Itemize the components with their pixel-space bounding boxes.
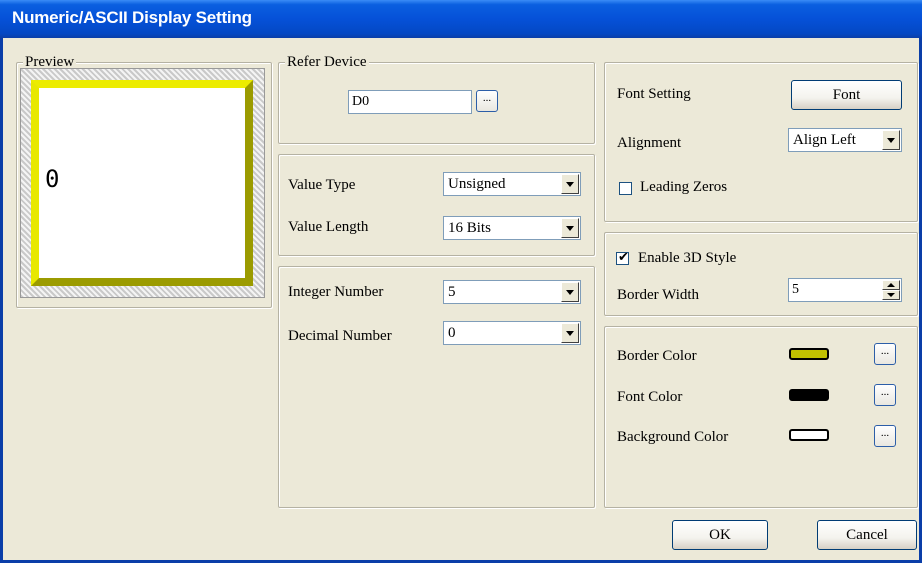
value-length-label: Value Length [288, 219, 369, 235]
spin-down-icon[interactable] [882, 290, 900, 300]
cancel-button-label: Cancel [846, 527, 888, 543]
font-button-label: Font [832, 87, 861, 103]
window-title: Numeric/ASCII Display Setting [12, 8, 252, 27]
integer-number-select[interactable]: 5 [443, 280, 581, 304]
refer-device-value: D0 [352, 94, 370, 109]
background-color-label: Background Color [617, 429, 729, 445]
border-width-value: 5 [792, 282, 799, 297]
leading-zeros-checkbox[interactable] [619, 182, 632, 195]
refer-device-browse-button[interactable]: ... [476, 90, 498, 112]
value-type-selected: Unsigned [448, 176, 506, 192]
ellipsis-icon: ... [880, 427, 890, 439]
preview-value: 0 [45, 165, 60, 193]
spinner-buttons [882, 280, 900, 300]
chevron-down-icon[interactable] [561, 174, 579, 194]
value-type-select[interactable]: Unsigned [443, 172, 581, 196]
ellipsis-icon: ... [482, 92, 492, 104]
checkmark-icon: ✔ [618, 250, 629, 265]
background-color-swatch [789, 429, 829, 441]
font-color-swatch [789, 389, 829, 401]
ok-button-label: OK [709, 527, 731, 543]
border-width-label: Border Width [617, 287, 700, 303]
font-color-browse-button[interactable]: ... [874, 384, 896, 406]
value-group [278, 154, 595, 256]
ellipsis-icon: ... [880, 345, 890, 357]
chevron-down-icon[interactable] [561, 218, 579, 238]
ok-button[interactable]: OK [672, 520, 768, 550]
background-color-browse-button[interactable]: ... [874, 425, 896, 447]
integer-number-selected: 5 [448, 284, 456, 300]
enable-3d-checkbox[interactable]: ✔ [616, 250, 629, 265]
enable-3d-label[interactable]: Enable 3D Style [638, 249, 736, 267]
integer-number-label: Integer Number [288, 284, 384, 300]
spin-up-icon[interactable] [882, 280, 900, 290]
decimal-number-select[interactable]: 0 [443, 321, 581, 345]
leading-zeros-label[interactable]: Leading Zeros [640, 178, 727, 196]
preview-frame: 0 [20, 68, 265, 298]
decimal-number-label: Decimal Number [288, 328, 392, 344]
alignment-selected: Align Left [793, 132, 856, 148]
title-bar: Numeric/ASCII Display Setting [0, 0, 922, 38]
font-setting-label: Font Setting [617, 86, 691, 102]
border-color-swatch [789, 348, 829, 360]
alignment-select[interactable]: Align Left [788, 128, 902, 152]
chevron-down-icon[interactable] [561, 323, 579, 343]
decimal-number-selected: 0 [448, 325, 456, 341]
value-length-select[interactable]: 16 Bits [443, 216, 581, 240]
border-color-browse-button[interactable]: ... [874, 343, 896, 365]
ellipsis-icon: ... [880, 386, 890, 398]
border-color-label: Border Color [617, 348, 697, 364]
border-width-spinner[interactable]: 5 [788, 278, 902, 302]
alignment-label: Alignment [617, 135, 682, 151]
chevron-down-icon[interactable] [561, 282, 579, 302]
value-length-selected: 16 Bits [448, 220, 491, 236]
refer-device-input[interactable]: D0 [348, 90, 472, 114]
value-type-label: Value Type [288, 177, 356, 193]
font-button[interactable]: Font [791, 80, 902, 110]
preview-display: 0 [31, 80, 253, 286]
cancel-button[interactable]: Cancel [817, 520, 917, 550]
font-color-label: Font Color [617, 389, 683, 405]
chevron-down-icon[interactable] [882, 130, 900, 150]
refer-device-legend: Refer Device [285, 53, 369, 71]
